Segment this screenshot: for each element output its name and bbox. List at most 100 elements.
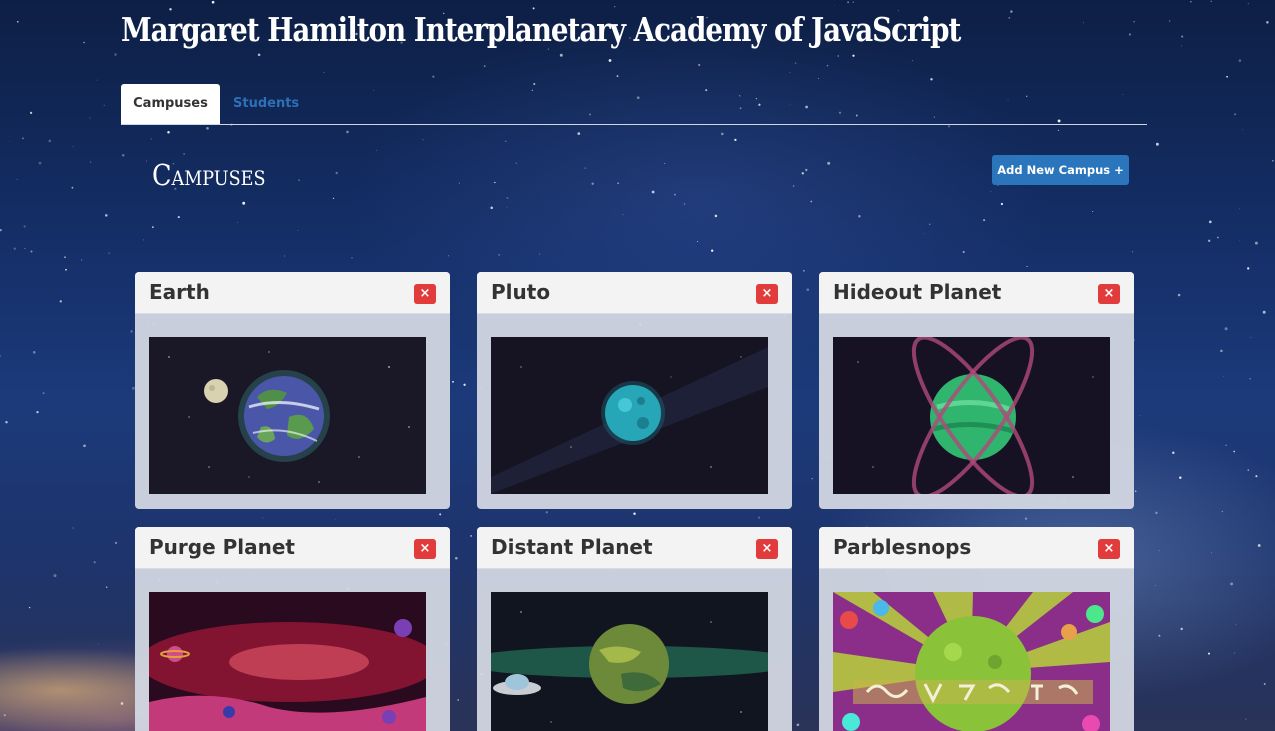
hideout-planet-image[interactable] [833,337,1110,494]
star [962,250,965,254]
star [237,221,238,223]
star [801,172,805,175]
star [121,153,125,157]
star [8,141,10,143]
card-header: Pluto × [477,272,792,314]
star [346,130,349,134]
earth-planet-image[interactable] [149,337,426,494]
star [1262,310,1266,314]
campus-card-earth[interactable]: Earth × [135,272,450,509]
campus-name[interactable]: Distant Planet [491,535,653,559]
star [758,516,761,519]
campus-name[interactable]: Earth [149,280,210,304]
star [455,556,458,560]
star [651,190,655,194]
tab-campuses[interactable]: Campuses [121,84,220,124]
star [1220,349,1223,353]
star [1158,634,1161,637]
star [1177,293,1181,297]
star [494,181,496,184]
delete-campus-button[interactable]: × [1098,539,1120,559]
star [1180,627,1183,631]
star [811,478,813,480]
star [48,139,52,143]
star [1233,450,1236,453]
star [105,586,108,588]
campus-name[interactable]: Parblesnops [833,535,971,559]
add-campus-button[interactable]: Add New Campus + [992,155,1129,185]
star [1128,33,1131,36]
star [803,270,805,272]
star [64,256,66,258]
star [1057,129,1060,132]
delete-campus-button[interactable]: × [414,284,436,304]
star [1230,582,1234,586]
star [697,241,698,242]
star [1255,475,1258,478]
star [376,149,378,151]
delete-campus-button[interactable]: × [414,539,436,559]
star [1024,517,1028,520]
star [983,219,986,222]
star [1247,267,1250,270]
star [59,300,62,303]
distant-planet-image[interactable] [491,592,768,731]
star [622,214,624,215]
star [805,168,808,172]
star [439,513,442,516]
star [1223,375,1224,377]
star [457,699,459,701]
campus-card-pluto[interactable]: Pluto × [477,272,792,509]
campus-name[interactable]: Hideout Planet [833,280,1001,304]
delete-campus-button[interactable]: × [1098,284,1120,304]
star [720,132,724,136]
star [1172,451,1175,454]
star [257,53,261,57]
star [211,0,215,4]
campus-card-parblesnops[interactable]: Parblesnops × [819,527,1134,731]
star [1226,75,1228,78]
star [242,201,246,205]
star [614,6,616,8]
star [96,79,98,81]
campus-card-distant-planet[interactable]: Distant Planet × [477,527,792,731]
star [1082,22,1084,24]
star [1257,544,1261,547]
star [852,54,855,57]
pluto-planet-image[interactable] [491,337,768,494]
star [1207,652,1211,655]
campus-name[interactable]: Pluto [491,280,550,304]
delete-campus-button[interactable]: × [756,539,778,559]
star [930,78,933,81]
star [22,137,24,140]
star [515,162,518,164]
star [1217,236,1219,239]
star [0,355,2,357]
star [577,132,581,135]
star [71,186,74,189]
star [23,225,26,228]
parblesnops-planet-image[interactable] [833,592,1110,731]
campus-card-hideout-planet[interactable]: Hideout Planet × [819,272,1134,509]
campus-name[interactable]: Purge Planet [149,535,295,559]
star [90,161,92,163]
star [847,1,849,4]
star [1210,0,1212,2]
app-root: Margaret Hamilton Interplanetary Academy… [0,0,1275,731]
star [323,72,325,73]
card-header: Earth × [135,272,450,314]
star [1254,241,1258,245]
purge-planet-image[interactable] [149,592,426,731]
star [5,420,8,424]
star [584,167,586,169]
star [792,185,795,187]
star [422,139,424,141]
campus-card-purge-planet[interactable]: Purge Planet × [135,527,450,731]
star [42,392,45,395]
star [1235,624,1237,625]
star [827,161,831,165]
star [24,248,26,249]
delete-campus-button[interactable]: × [756,284,778,304]
star [698,63,701,67]
tab-students[interactable]: Students [233,84,299,124]
